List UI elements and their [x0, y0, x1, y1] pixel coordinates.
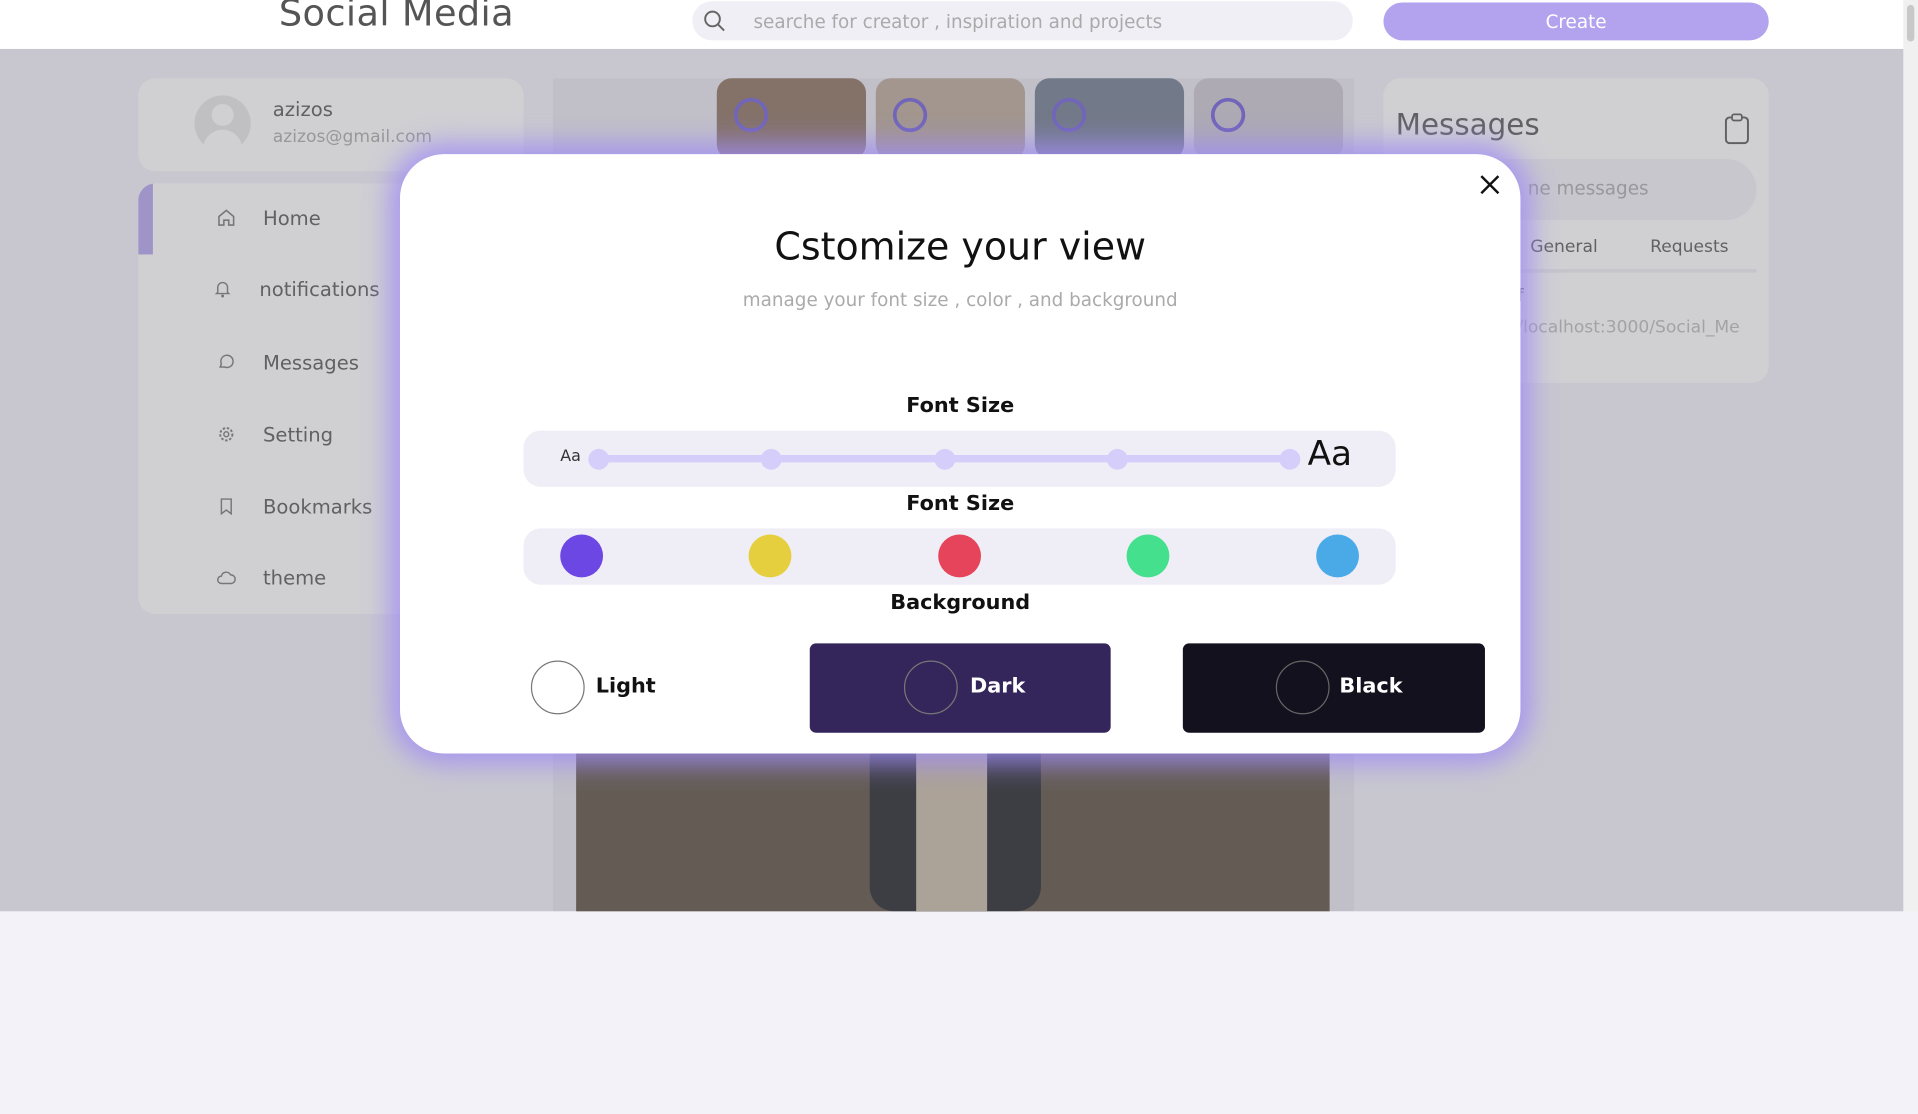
- color-panel: [523, 528, 1396, 585]
- font-size-label: Font Size: [906, 393, 1015, 419]
- font-size-step[interactable]: [760, 448, 782, 470]
- font-size-panel: Aa Aa: [523, 430, 1396, 487]
- font-size-step[interactable]: [934, 448, 956, 470]
- background-option-label: Black: [1339, 673, 1403, 699]
- color-swatch-yellow[interactable]: [748, 534, 792, 578]
- font-size-big-label: Aa: [1307, 433, 1353, 474]
- customize-modal: Cstomize your view manage your font size…: [399, 154, 1521, 754]
- modal-subtitle: manage your font size , color , and back…: [742, 288, 1178, 311]
- background-radio[interactable]: [1275, 660, 1330, 715]
- font-size-step[interactable]: [1106, 448, 1128, 470]
- background-option-light[interactable]: Light: [529, 643, 787, 733]
- background-option-label: Light: [595, 673, 656, 699]
- background-label: Background: [890, 590, 1031, 616]
- background-option-dark[interactable]: Dark: [809, 643, 1111, 733]
- color-swatch-blue[interactable]: [1316, 534, 1359, 578]
- color-swatch-red[interactable]: [938, 534, 982, 578]
- modal-title: Cstomize your view: [774, 225, 1147, 270]
- app-root: Social Media Create azizos azizos@gmail.…: [0, 0, 1918, 1114]
- close-icon[interactable]: [1476, 171, 1503, 198]
- scrollbar-thumb[interactable]: [1906, 4, 1915, 42]
- search-icon: [704, 10, 725, 32]
- color-swatch-green[interactable]: [1126, 534, 1170, 578]
- top-bar: Social Media Create: [0, 0, 1918, 49]
- search-bar[interactable]: [692, 1, 1353, 41]
- font-size-step[interactable]: [1279, 448, 1301, 470]
- font-size-small-label: Aa: [560, 447, 581, 467]
- background-radio[interactable]: [530, 660, 585, 715]
- background-option-label: Dark: [969, 673, 1026, 699]
- background-radio[interactable]: [903, 660, 958, 715]
- background-option-black[interactable]: Black: [1182, 643, 1485, 733]
- page-scrollbar[interactable]: [1903, 0, 1918, 912]
- create-button[interactable]: Create: [1383, 2, 1769, 41]
- color-label: Font Size: [906, 491, 1015, 517]
- color-swatch-purple[interactable]: [560, 534, 604, 578]
- font-size-step[interactable]: [588, 448, 610, 470]
- app-logo[interactable]: Social Media: [279, 0, 514, 35]
- search-input[interactable]: [751, 4, 1344, 40]
